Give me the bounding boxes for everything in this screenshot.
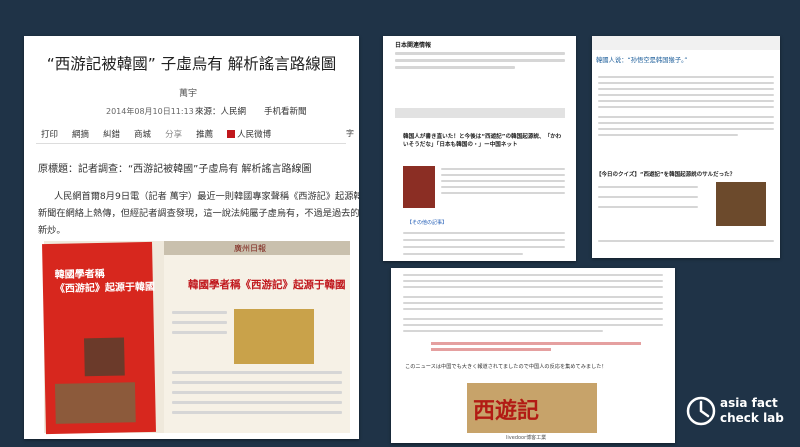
livedoor-blog-screenshot: このニュースは中国でも大きく報道されてましたので中国人の反応を集めてみました！ …: [391, 268, 675, 443]
fact-check-logo-icon: [686, 396, 716, 426]
clipping-red-panel: 韓國學者稱 《西游記》起源于韓國: [42, 241, 156, 435]
poster-title: 西遊記: [473, 399, 540, 424]
clipping-headline: 韓國學者稱《西游記》起源于韓國: [188, 279, 346, 291]
article-title: “西游記被韓國” 子虛烏有 解析謠言路線圖: [46, 55, 337, 73]
japanese-news-screenshot: 日本関連情報 韓国人が書き直いた！と今後は“西遊記”の韓国起源説、「かわいそうだ…: [383, 36, 576, 261]
weibo-button[interactable]: 人民微博: [227, 130, 271, 140]
mid-headline: 韓国人が書き直いた！と今後は“西遊記”の韓国起源説、「かわいそうだな」「日本も韓…: [403, 134, 562, 148]
body-line-1: 人民網首爾8月9日電（記者 萬宇）最近一則韓國專家聲稱《西游記》起源韓國的: [54, 191, 359, 202]
site-nav-bar[interactable]: [395, 108, 565, 118]
article-date: 2014年08月10日11:13: [106, 107, 194, 116]
article-toolbar: 打印 網摘 糾錯 商城 分享 推薦 人民微博: [41, 128, 271, 140]
people-daily-article-screenshot: “西游記被韓國” 子虛烏有 解析謠言路線圖 萬宇 2014年08月10日11:1…: [24, 36, 359, 439]
site-name: 日本関連情報: [395, 42, 432, 49]
blog-header: [592, 36, 780, 50]
share-button[interactable]: 分享: [165, 128, 182, 140]
blog-title: 韓國人说：“孙悟空是韩国猴子。”: [596, 57, 688, 64]
blog-footer: livedoor博客工業: [506, 435, 547, 441]
clipping-photo: [84, 337, 125, 377]
mall-button[interactable]: 商城: [134, 128, 151, 140]
weibo-icon: [227, 130, 236, 138]
clipping-masthead: 廣州日報: [234, 244, 266, 253]
quiz-image: [716, 182, 766, 226]
quiz-heading: 【今日のクイズ】“西遊記”を韓国起源説のサルだった？: [596, 172, 736, 178]
original-title: 原標題：記者調查：“西游記被韓國”子虛烏有 解析謠言路線圖: [38, 164, 312, 175]
clipping-right-page: 廣州日報 韓國學者稱《西游記》起源于韓國: [164, 241, 350, 433]
blog-screenshot: 韓國人说：“孙悟空是韩国猴子。” 【今日のクイズ】“西遊記”を韓国起源説のサルだ…: [592, 36, 780, 258]
clipping-photo-2: [54, 382, 136, 424]
article-photo: [403, 166, 435, 208]
blog-tagline: このニュースは中国でも大きく報道されてましたので中国人の反応を集めてみました！: [405, 364, 607, 370]
poster-image: 西遊記: [467, 383, 597, 433]
blog-red-link-2[interactable]: [431, 348, 551, 351]
logo-line-2: check lab: [720, 411, 784, 425]
mobile-link[interactable]: 手机看新聞: [264, 105, 307, 117]
logo-line-1: asia fact: [720, 396, 778, 410]
body-line-2: 新聞在網絡上熱傳，但經記者調查發現，這一說法純屬子虛烏有，不過是過去的老謠: [38, 208, 359, 219]
article-author: 萬宇: [179, 89, 198, 99]
font-size-control[interactable]: 字: [346, 128, 354, 139]
bookmark-button[interactable]: 網摘: [72, 128, 89, 140]
blog-red-link[interactable]: [431, 342, 641, 345]
recommend-button[interactable]: 推薦: [196, 128, 213, 140]
body-line-3: 新炒。: [38, 225, 66, 236]
newspaper-clipping: 韓國學者稱 《西游記》起源于韓國 廣州日報 韓國學者稱《西游記》起源于韓國: [42, 241, 350, 435]
weibo-label: 人民微博: [237, 130, 272, 140]
related-articles-link[interactable]: 【その他の記事】: [407, 219, 447, 226]
print-button[interactable]: 打印: [41, 128, 58, 140]
toolbar-divider: [36, 143, 346, 144]
report-error-button[interactable]: 糾錯: [103, 128, 120, 140]
clipping-left-headline: 韓國學者稱 《西游記》起源于韓國: [54, 268, 156, 295]
article-source[interactable]: 來源：人民網: [195, 105, 246, 117]
clipping-illustration: [234, 309, 314, 364]
asia-fact-check-lab-logo: asia fact check lab: [686, 392, 796, 432]
